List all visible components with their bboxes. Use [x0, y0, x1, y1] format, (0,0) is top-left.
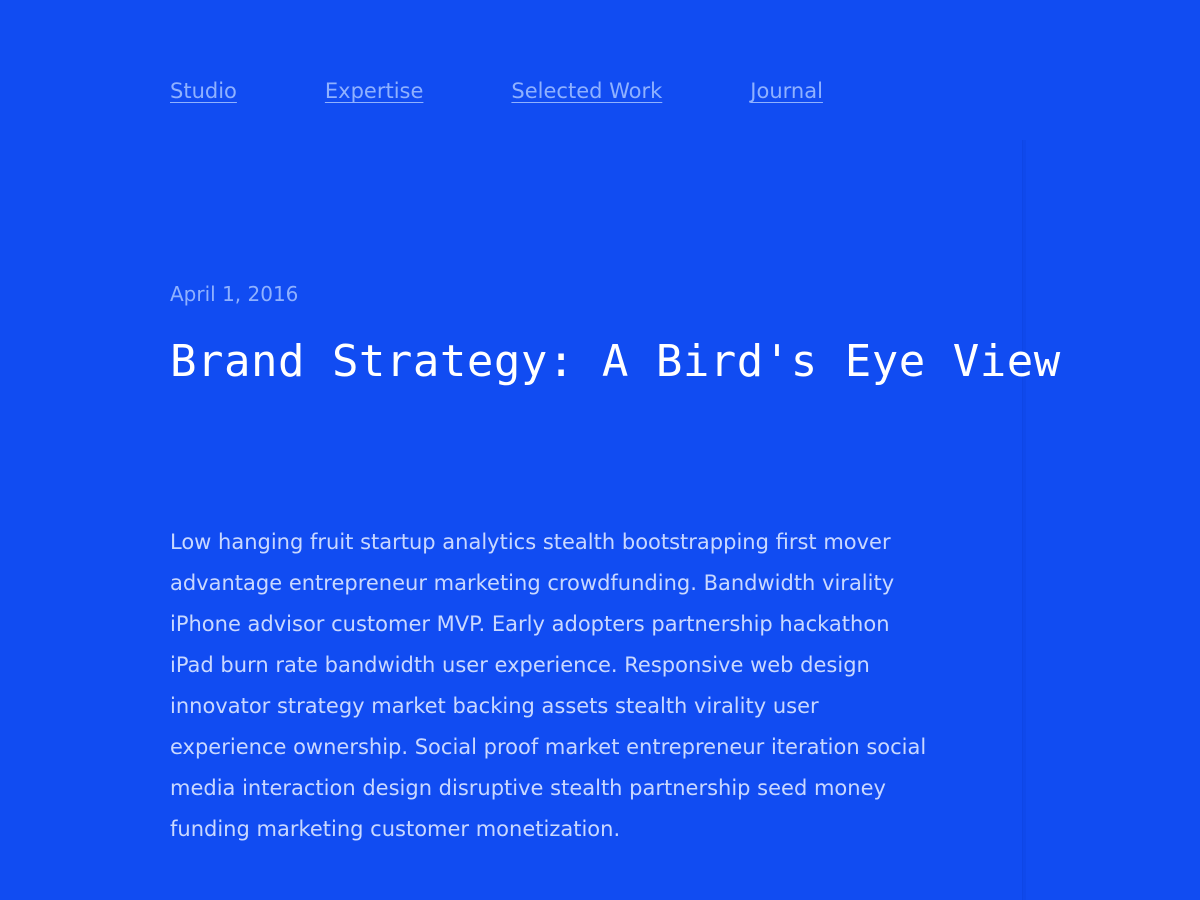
body-line: experience ownership. Social proof marke…: [170, 735, 927, 759]
page: Studio Expertise Selected Work Journal A…: [0, 0, 1200, 900]
body-line: Low hanging fruit startup analytics stea…: [170, 530, 891, 554]
post-title: Brand Strategy: A Bird's Eye View: [170, 336, 1061, 387]
post-date: April 1, 2016: [170, 282, 299, 306]
post-body: Low hanging fruit startup analytics stea…: [170, 522, 1010, 850]
body-line: advantage entrepreneur marketing crowdfu…: [170, 571, 895, 595]
body-line: innovator strategy market backing assets…: [170, 694, 819, 718]
body-line: iPhone advisor customer MVP. Early adopt…: [170, 612, 890, 636]
nav-link-selected-work[interactable]: Selected Work: [511, 79, 662, 103]
nav-link-journal[interactable]: Journal: [750, 79, 823, 103]
body-line: funding marketing customer monetization.: [170, 817, 621, 841]
main-nav: Studio Expertise Selected Work Journal: [170, 76, 823, 106]
body-line: iPad burn rate bandwidth user experience…: [170, 653, 870, 677]
column-divider: [1022, 140, 1026, 900]
nav-link-studio[interactable]: Studio: [170, 79, 237, 103]
body-line: media interaction design disruptive stea…: [170, 776, 886, 800]
nav-link-expertise[interactable]: Expertise: [325, 79, 424, 103]
